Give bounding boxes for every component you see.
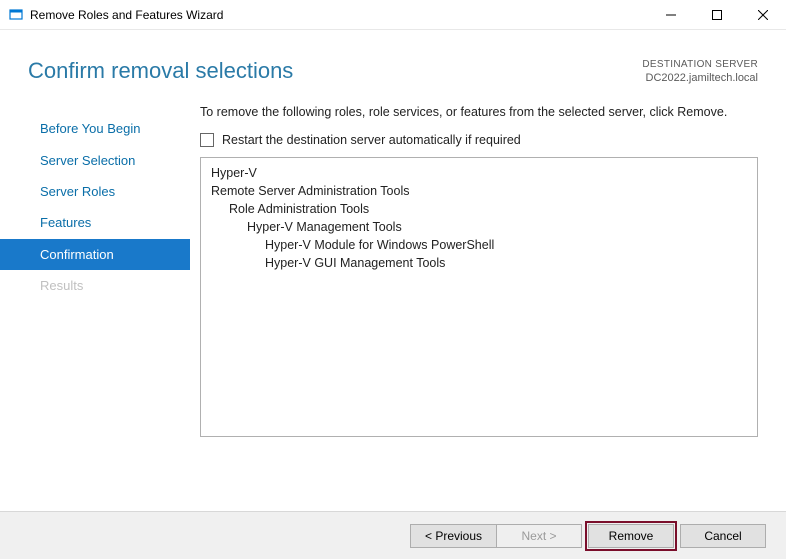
destination-value: DC2022.jamiltech.local (642, 71, 758, 85)
footer: < Previous Next > Remove Cancel (0, 511, 786, 559)
instruction-text: To remove the following roles, role serv… (200, 105, 758, 119)
cancel-button[interactable]: Cancel (680, 524, 766, 548)
sidebar-item-features[interactable]: Features (0, 207, 190, 238)
list-item: Hyper-V GUI Management Tools (211, 254, 747, 272)
destination-info: DESTINATION SERVER DC2022.jamiltech.loca… (642, 58, 758, 85)
list-item: Remote Server Administration Tools (211, 182, 747, 200)
sidebar-item-before-you-begin[interactable]: Before You Begin (0, 113, 190, 144)
list-item: Hyper-V Management Tools (211, 218, 747, 236)
main: Before You Begin Server Selection Server… (0, 95, 786, 437)
next-button: Next > (496, 524, 582, 548)
sidebar: Before You Begin Server Selection Server… (0, 105, 190, 437)
removal-listbox[interactable]: Hyper-V Remote Server Administration Too… (200, 157, 758, 437)
window-controls (648, 0, 786, 29)
list-item: Role Administration Tools (211, 200, 747, 218)
sidebar-item-server-selection[interactable]: Server Selection (0, 145, 190, 176)
maximize-button[interactable] (694, 0, 740, 29)
list-item: Hyper-V Module for Windows PowerShell (211, 236, 747, 254)
header: Confirm removal selections DESTINATION S… (0, 30, 786, 95)
restart-checkbox-label: Restart the destination server automatic… (222, 133, 521, 147)
window-title: Remove Roles and Features Wizard (30, 8, 648, 22)
previous-button[interactable]: < Previous (410, 524, 496, 548)
destination-label: DESTINATION SERVER (642, 58, 758, 71)
page-title: Confirm removal selections (28, 58, 293, 84)
list-item: Hyper-V (211, 164, 747, 182)
content: To remove the following roles, role serv… (190, 105, 786, 437)
restart-checkbox-row: Restart the destination server automatic… (200, 133, 758, 147)
close-button[interactable] (740, 0, 786, 29)
nav-button-group: < Previous Next > (410, 524, 582, 548)
minimize-button[interactable] (648, 0, 694, 29)
restart-checkbox[interactable] (200, 133, 214, 147)
titlebar: Remove Roles and Features Wizard (0, 0, 786, 30)
sidebar-item-results: Results (0, 270, 190, 301)
remove-button[interactable]: Remove (588, 524, 674, 548)
sidebar-item-confirmation[interactable]: Confirmation (0, 239, 190, 270)
app-icon (8, 7, 24, 23)
sidebar-item-server-roles[interactable]: Server Roles (0, 176, 190, 207)
